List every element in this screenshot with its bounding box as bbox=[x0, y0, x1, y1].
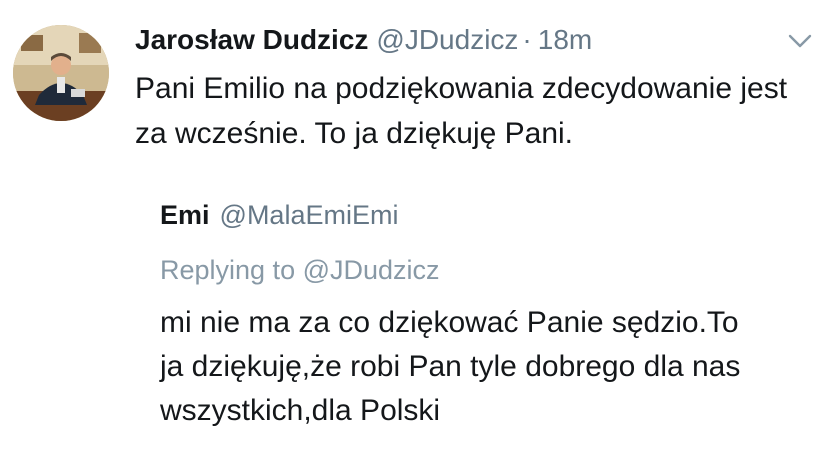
tweet-card: Jarosław Dudzicz @JDudzicz · 18m Pani Emili… bbox=[0, 0, 830, 454]
tweet-header: Jarosław Dudzicz @JDudzicz · 18m bbox=[135, 20, 592, 60]
replying-to-mention[interactable]: @JDudzicz bbox=[303, 255, 440, 285]
quoted-text-line: ja dziękuję,że robi Pan tyle dobrego dla… bbox=[160, 350, 741, 383]
replying-to-line: Replying to @JDudzicz bbox=[160, 250, 440, 290]
quoted-tweet-body: mi nie ma za co dziękować Panie sędzio.T… bbox=[160, 301, 810, 433]
quoted-text-line: wszystkich,dla Polski bbox=[160, 394, 441, 427]
chevron-down-icon[interactable] bbox=[787, 32, 813, 50]
replying-to-label: Replying to bbox=[160, 255, 296, 285]
profile-avatar[interactable] bbox=[13, 25, 109, 121]
quoted-tweet-header: Emi @MalaEmiEmi bbox=[160, 195, 398, 235]
author-handle[interactable]: @JDudzicz bbox=[376, 24, 518, 55]
quoted-text-line: mi nie ma za co dziękować Panie sędzio.T… bbox=[160, 306, 739, 339]
separator-dot: · bbox=[522, 24, 532, 55]
tweet-body-text: Pani Emilio na podziękowania zdecydowani… bbox=[135, 72, 788, 150]
profile-photo-icon bbox=[13, 25, 109, 121]
author-display-name[interactable]: Jarosław Dudzicz bbox=[135, 24, 368, 55]
tweet-timestamp[interactable]: 18m bbox=[538, 24, 592, 55]
quoted-author-display-name[interactable]: Emi bbox=[160, 200, 210, 230]
quoted-author-handle[interactable]: @MalaEmiEmi bbox=[220, 200, 399, 230]
